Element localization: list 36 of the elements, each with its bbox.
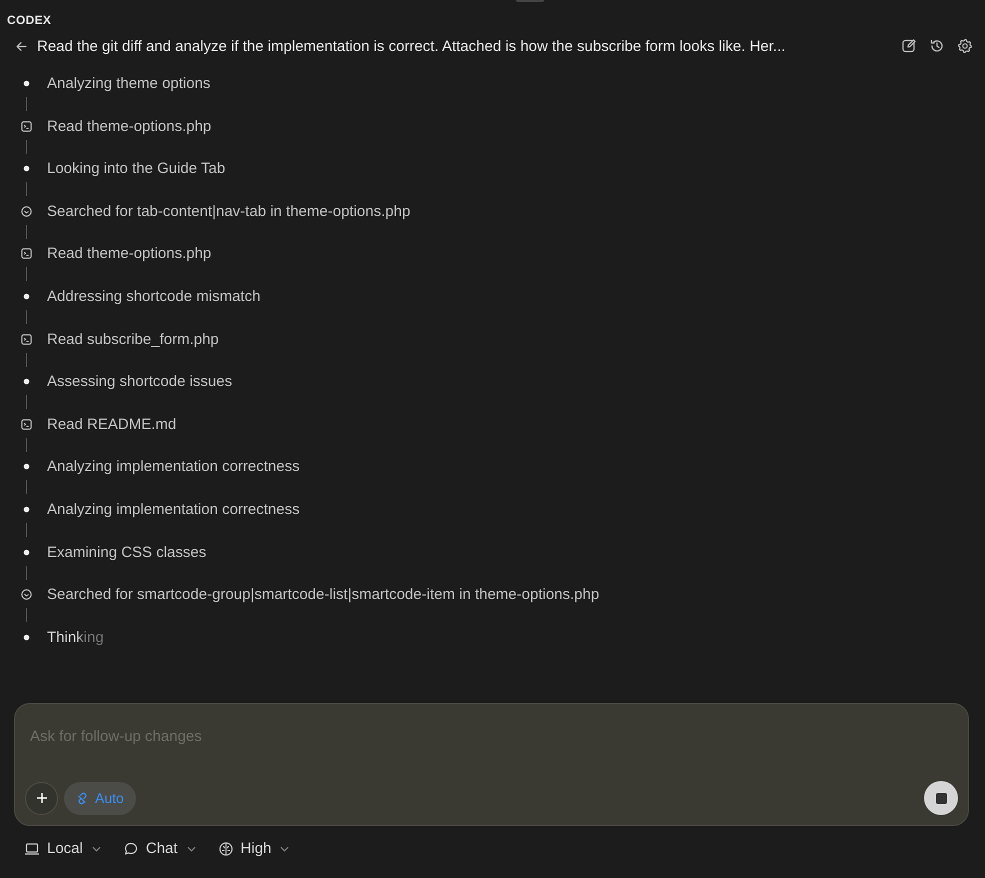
terminal-icon: [20, 332, 32, 346]
terminal-icon: [20, 247, 32, 260]
chevron-icon: [186, 846, 196, 852]
back-icon[interactable]: [15, 40, 28, 52]
thread-title: Read the git diff and analyze if the implementation is correct. Attached is how the subscribe form looks like. Her...: [37, 38, 786, 54]
terminal-icon: [20, 120, 32, 133]
laptop-dropdown[interactable]: Local: [24, 840, 101, 857]
plus-icon: [36, 792, 48, 804]
step-text: Read subscribe_form.php: [47, 330, 219, 350]
terminal-icon: [20, 418, 32, 431]
brain-dropdown[interactable]: High: [218, 840, 290, 857]
edit-icon[interactable]: [901, 38, 917, 54]
add-button[interactable]: [25, 782, 58, 814]
step-text: Examining CSS classes: [47, 542, 206, 563]
step-text: Assessing shortcode issues: [47, 372, 232, 392]
step-text: Read theme-options.php: [47, 116, 212, 137]
step-text: Analyzing implementation correctness: [47, 500, 300, 520]
laptop-icon: [24, 840, 40, 856]
step-text: Analyzing implementation correctness: [47, 457, 300, 478]
step-text: Analyzing theme options: [47, 74, 210, 94]
chat-dropdown[interactable]: Chat: [122, 840, 196, 857]
stop-button[interactable]: [924, 781, 958, 815]
history-icon[interactable]: [929, 38, 945, 54]
step-text: Addressing shortcode mismatch: [47, 286, 260, 307]
step-text: Read theme-options.php: [47, 244, 212, 264]
app-name: CODEX: [6, 12, 52, 29]
chevron-icon: [92, 846, 101, 852]
step-text: Looking into the Guide Tab: [47, 159, 226, 180]
settings-icon[interactable]: [957, 38, 973, 54]
step-text: Read README.md: [47, 414, 176, 435]
step-text: Searched for tab-content|nav-tab in theme-options.php: [47, 202, 410, 222]
step-text: Searched for smartcode-group|smartcode-list|smartcode-item in theme-options.php: [47, 585, 600, 606]
brain-icon: [218, 840, 234, 856]
link-icon: [76, 792, 89, 804]
chevron-icon: [280, 846, 290, 852]
chat-bubble-icon: [122, 840, 139, 856]
